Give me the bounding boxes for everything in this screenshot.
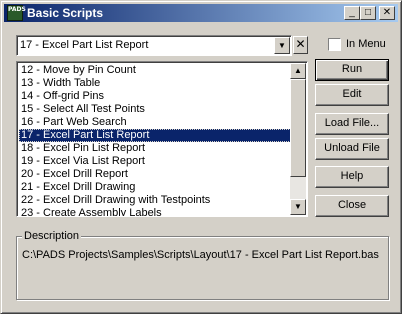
list-item[interactable]: 12 - Move by Pin Count	[19, 64, 291, 77]
list-item[interactable]: 22 - Excel Drill Drawing with Testpoints	[19, 194, 291, 207]
list-item[interactable]: 23 - Create Assembly Labels	[19, 207, 291, 216]
list-item[interactable]: 14 - Off-grid Pins	[19, 90, 291, 103]
in-menu-checkbox[interactable]	[328, 38, 341, 51]
maximize-button[interactable]: □	[360, 6, 376, 20]
close-button[interactable]: Close	[315, 195, 389, 217]
description-title: Description	[22, 230, 82, 242]
list-item[interactable]: 15 - Select All Test Points	[19, 103, 291, 116]
minimize-button[interactable]: _	[344, 6, 360, 20]
run-button[interactable]: Run	[315, 59, 389, 81]
script-select[interactable]: 17 - Excel Part List Report ▼	[16, 35, 292, 56]
edit-button[interactable]: Edit	[315, 84, 389, 106]
clear-selection-button[interactable]: ✕	[293, 36, 308, 54]
list-scrollbar[interactable]: ▲ ▼	[290, 63, 306, 215]
pads-app-icon: PADS	[7, 5, 26, 21]
list-item[interactable]: 19 - Excel Via List Report	[19, 155, 291, 168]
scroll-down-icon[interactable]: ▼	[290, 199, 306, 215]
script-list[interactable]: 12 - Move by Pin Count 13 - Width Table 14…	[16, 61, 308, 217]
description-group	[16, 236, 389, 300]
description-text: C:\PADS Projects\Samples\Scripts\Layout\…	[22, 249, 379, 261]
list-item[interactable]: 13 - Width Table	[19, 77, 291, 90]
title-bar[interactable]: PADS Basic Scripts _ □ ✕	[4, 4, 398, 22]
list-item[interactable]: 18 - Excel Pin List Report	[19, 142, 291, 155]
load-file-button[interactable]: Load File...	[315, 113, 389, 135]
chevron-down-icon[interactable]: ▼	[274, 37, 290, 54]
close-window-button[interactable]: ✕	[379, 6, 395, 20]
list-item[interactable]: 20 - Excel Drill Report	[19, 168, 291, 181]
window-title: Basic Scripts	[27, 6, 104, 20]
help-button[interactable]: Help	[315, 166, 389, 188]
script-select-value: 17 - Excel Part List Report	[20, 39, 149, 51]
basic-scripts-dialog: PADS Basic Scripts _ □ ✕ 17 - Excel Part…	[0, 0, 402, 314]
scroll-up-icon[interactable]: ▲	[290, 63, 306, 79]
list-item[interactable]: 16 - Part Web Search	[19, 116, 291, 129]
list-item[interactable]: 17 - Excel Part List Report	[19, 129, 291, 142]
unload-file-button[interactable]: Unload File	[315, 138, 389, 160]
scroll-thumb[interactable]	[290, 79, 306, 177]
script-list-items: 12 - Move by Pin Count 13 - Width Table 14…	[19, 64, 291, 216]
list-item[interactable]: 21 - Excel Drill Drawing	[19, 181, 291, 194]
in-menu-label[interactable]: In Menu	[346, 38, 386, 50]
